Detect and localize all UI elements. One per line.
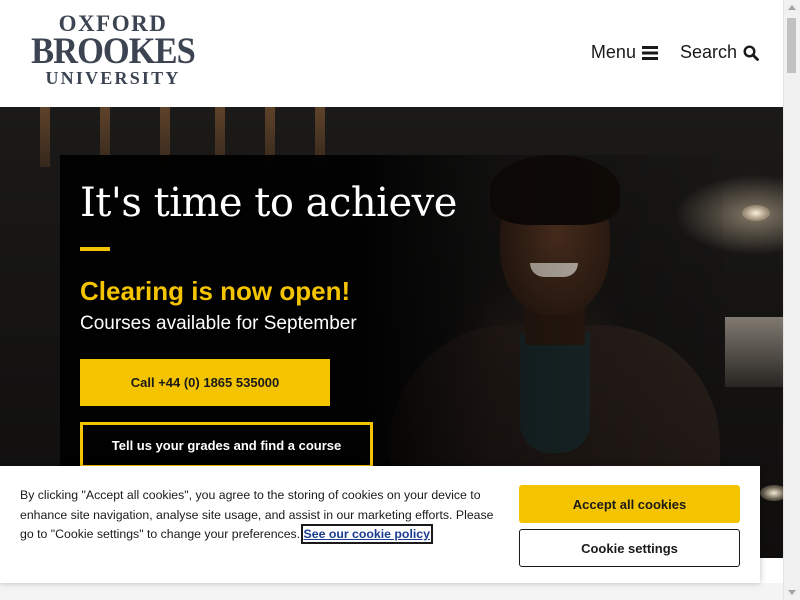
site-header: OXFORD BROOKES UNIVERSITY Menu Search xyxy=(0,0,783,107)
call-button[interactable]: Call +44 (0) 1865 535000 xyxy=(80,359,330,406)
logo-line-brookes: BROOKES xyxy=(31,31,196,72)
accept-cookies-button[interactable]: Accept all cookies xyxy=(519,485,740,523)
scrollbar-thumb[interactable] xyxy=(787,18,796,73)
menu-label: Menu xyxy=(590,42,636,62)
scroll-down-icon[interactable] xyxy=(788,590,796,595)
search-label: Search xyxy=(679,42,737,62)
background-pillar xyxy=(40,107,50,167)
hero-accent-rule xyxy=(80,247,110,251)
hero-description: Courses available for September xyxy=(80,313,357,334)
hero-subtitle: Clearing is now open! xyxy=(80,276,351,306)
vertical-scrollbar[interactable] xyxy=(783,0,800,600)
search-button[interactable]: Search xyxy=(680,42,759,63)
find-course-button[interactable]: Tell us your grades and find a course xyxy=(80,422,373,468)
cookie-policy-link[interactable]: See our cookie policy xyxy=(300,524,433,544)
search-icon xyxy=(743,44,759,61)
background-light xyxy=(760,485,783,501)
background-light xyxy=(742,205,770,221)
header-nav: Menu Search xyxy=(591,42,759,63)
university-logo[interactable]: OXFORD BROOKES UNIVERSITY xyxy=(24,12,202,89)
cookie-banner: By clicking "Accept all cookies", you ag… xyxy=(0,466,760,583)
page: OXFORD BROOKES UNIVERSITY Menu Search It… xyxy=(0,0,800,600)
hamburger-icon xyxy=(641,45,658,60)
hero-title: It's time to achieve xyxy=(80,180,457,226)
scroll-up-icon[interactable] xyxy=(788,5,796,10)
menu-button[interactable]: Menu xyxy=(591,42,658,63)
background-window xyxy=(725,317,783,387)
cookie-settings-button[interactable]: Cookie settings xyxy=(519,529,740,567)
page-content-below xyxy=(0,583,783,600)
cookie-message: By clicking "Accept all cookies", you ag… xyxy=(20,486,495,545)
